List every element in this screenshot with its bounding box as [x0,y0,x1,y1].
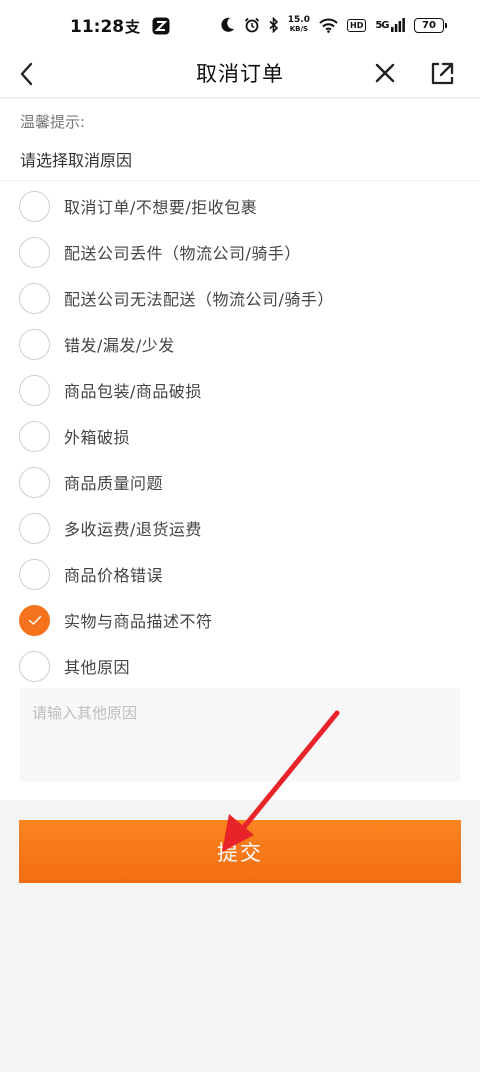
nav-bar: 取消订单 [0,52,480,98]
battery-level: 70 [422,19,436,31]
radio-button[interactable] [19,420,50,452]
reason-item[interactable]: 商品包装/商品破损 [0,367,480,413]
radio-button[interactable] [19,374,50,406]
signal-icon: 5G [375,18,405,32]
radio-button[interactable] [19,650,50,682]
submit-button[interactable]: 提交 [19,820,461,883]
reason-label: 配送公司无法配送（物流公司/骑手） [64,290,334,309]
reason-item[interactable]: 配送公司无法配送（物流公司/骑手） [0,275,480,321]
bluetooth-icon [269,17,278,33]
status-right-icons: 15.0 KB/S HD 5G 70 [221,16,447,34]
other-reason-input[interactable] [20,688,460,782]
reason-label: 商品质量问题 [64,474,164,493]
reason-label: 商品包装/商品破损 [64,382,202,401]
divider [0,180,480,181]
network-speed-unit: KB/S [289,25,309,33]
moon-icon [221,17,234,32]
reason-label: 取消订单/不想要/拒收包裹 [64,198,258,217]
network-speed-value: 15.0 [287,15,310,25]
hd-badge: HD [347,18,367,32]
reason-item[interactable]: 取消订单/不想要/拒收包裹 [0,183,480,229]
check-icon [28,615,41,625]
reason-item[interactable]: 商品价格错误 [0,551,480,597]
reason-item[interactable]: 多收运费/退货运费 [0,505,480,551]
signal-bars-icon [391,18,405,32]
reason-item[interactable]: 外箱破损 [0,413,480,459]
reason-label: 实物与商品描述不符 [64,612,213,631]
radio-button[interactable] [19,236,50,268]
reason-label: 多收运费/退货运费 [64,520,202,539]
reason-label: 外箱破损 [64,428,131,447]
reason-item[interactable]: 其他原因 [0,643,480,689]
cancel-reason-panel: 温馨提示: 请选择取消原因 取消订单/不想要/拒收包裹 配送公司丢件（物流公司/… [0,99,480,800]
reason-item-selected[interactable]: 实物与商品描述不符 [0,597,480,643]
hint-label: 温馨提示: [20,113,86,131]
radio-button-checked[interactable] [19,604,50,636]
radio-button[interactable] [19,512,50,544]
radio-button[interactable] [19,558,50,590]
page-title: 取消订单 [196,62,284,86]
reason-label: 配送公司丢件（物流公司/骑手） [64,244,301,263]
battery-icon: 70 [414,17,447,33]
radio-button[interactable] [19,328,50,360]
network-speed: 15.0 KB/S [288,16,310,34]
reason-label: 商品价格错误 [64,566,164,585]
status-time: 11:28 [70,17,125,37]
radio-button[interactable] [19,190,50,222]
radio-button[interactable] [19,466,50,498]
radio-button[interactable] [19,282,50,314]
reason-label: 其他原因 [64,658,131,677]
reason-item[interactable]: 配送公司丢件（物流公司/骑手） [0,229,480,275]
alarm-icon [244,17,259,33]
close-icon[interactable] [370,58,400,90]
reason-label: 错发/漏发/少发 [64,336,175,355]
share-icon[interactable] [426,56,458,90]
app-z-icon [152,17,170,35]
wifi-icon [319,18,338,33]
reason-item[interactable]: 错发/漏发/少发 [0,321,480,367]
reason-item[interactable]: 商品质量问题 [0,459,480,505]
status-bar: 11:28 支 15.0 KB/S HD 5G 70 [0,0,480,52]
svg-text:支: 支 [124,18,141,35]
status-left-icons: 支 [124,17,170,35]
network-type: 5G [375,20,389,31]
section-title: 请选择取消原因 [20,151,133,170]
alipay-icon: 支 [124,18,141,35]
